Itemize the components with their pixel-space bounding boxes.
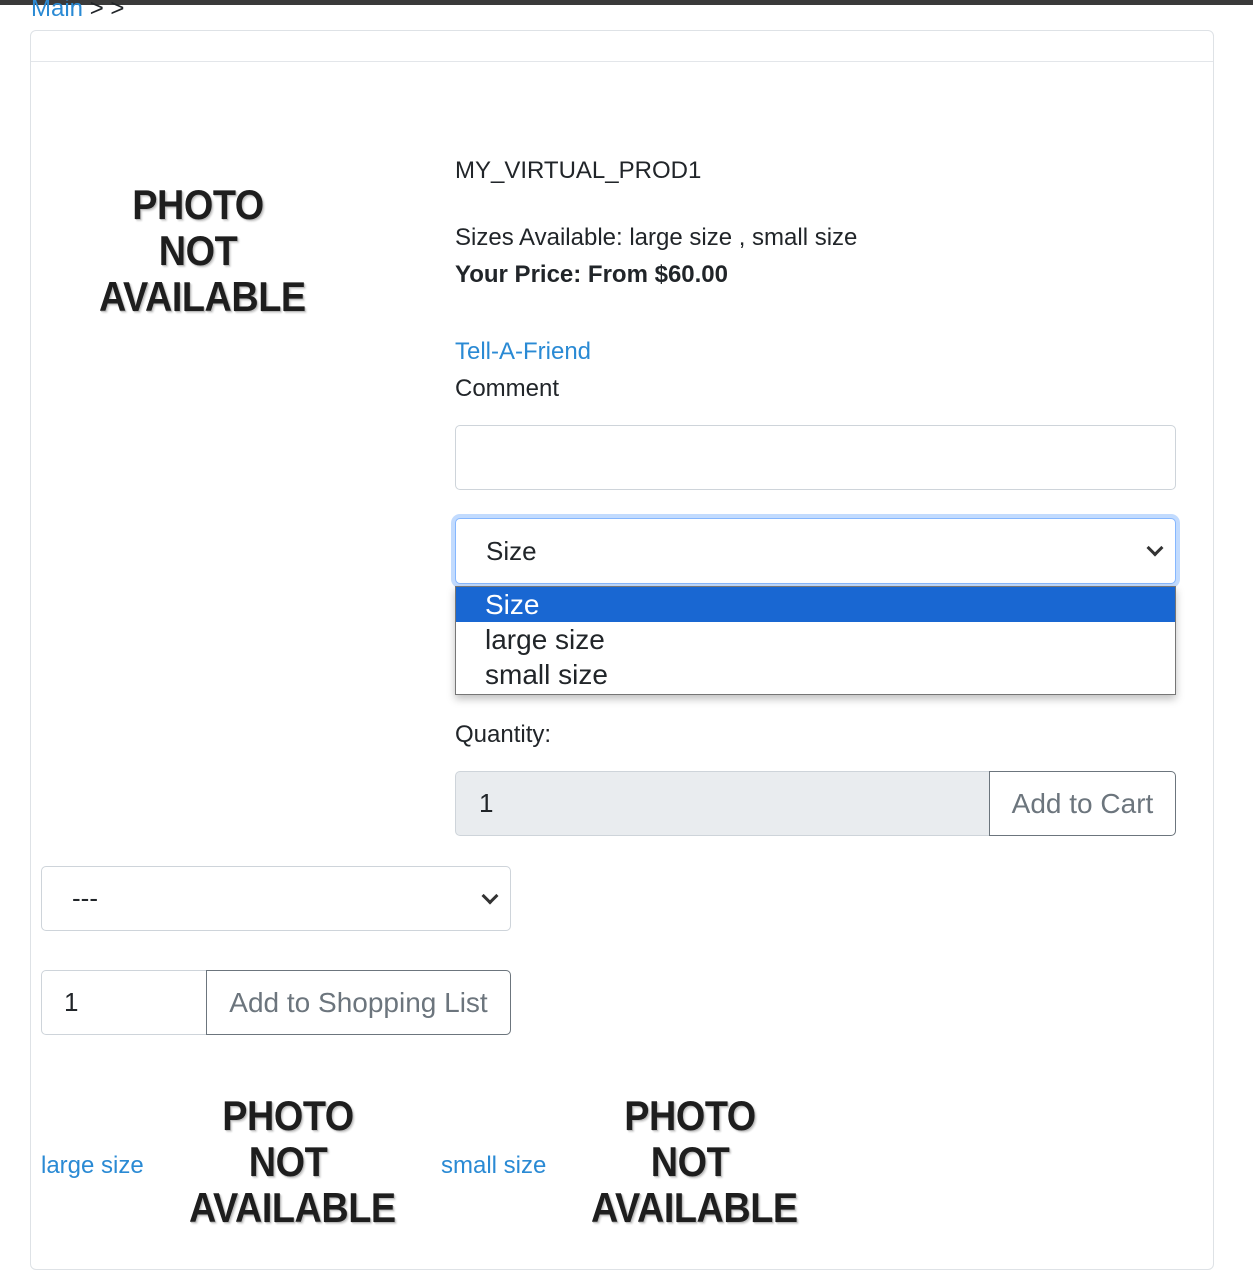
add-to-cart-button[interactable]: Add to Cart: [989, 771, 1176, 836]
size-option[interactable]: small size: [456, 657, 1175, 692]
sizes-available: Sizes Available: large size , small size: [455, 224, 858, 251]
breadcrumb: Main > >: [31, 0, 124, 24]
shopping-list-select[interactable]: ---: [41, 866, 511, 931]
size-select-value: Size: [486, 535, 537, 566]
shopping-list-qty-value: 1: [64, 987, 79, 1017]
shopping-list-select-value: ---: [72, 883, 98, 913]
photo-text-line: AVAILABLE: [189, 1184, 396, 1231]
size-option[interactable]: large size: [456, 622, 1175, 657]
comment-input[interactable]: [455, 425, 1176, 490]
variant-photo-placeholder: PHOTO NOT AVAILABLE: [591, 1092, 798, 1231]
comment-label: Comment: [455, 375, 560, 402]
size-select[interactable]: Size: [455, 518, 1176, 584]
photo-text-line: NOT: [158, 227, 238, 274]
quantity-value: 1: [479, 788, 494, 818]
variant-small-size-link[interactable]: small size: [441, 1151, 546, 1181]
photo-text-line: NOT: [650, 1138, 730, 1185]
panel-header: [31, 31, 1213, 62]
product-photo-placeholder: PHOTO NOT AVAILABLE: [99, 181, 306, 320]
size-option[interactable]: Size: [456, 587, 1175, 622]
breadcrumb-main-link[interactable]: Main: [31, 0, 83, 22]
size-dropdown-list: Size large size small size: [455, 586, 1176, 695]
tell-a-friend-link[interactable]: Tell-A-Friend: [455, 337, 591, 367]
chevron-down-icon: [481, 887, 499, 904]
photo-text-line: PHOTO: [132, 181, 264, 228]
product-price: Your Price: From $60.00: [455, 261, 728, 288]
quantity-label: Quantity:: [455, 721, 552, 748]
photo-text-line: AVAILABLE: [591, 1184, 798, 1231]
chevron-down-icon: [1146, 539, 1164, 557]
breadcrumb-separator: >: [110, 0, 125, 22]
photo-text-line: PHOTO: [624, 1092, 756, 1139]
variant-large-size-link[interactable]: large size: [41, 1151, 144, 1181]
photo-text-line: NOT: [248, 1138, 328, 1185]
product-name: MY_VIRTUAL_PROD1: [455, 157, 702, 184]
variant-photo-placeholder: PHOTO NOT AVAILABLE: [189, 1092, 396, 1231]
breadcrumb-separator: >: [89, 0, 104, 22]
photo-text-line: PHOTO: [222, 1092, 354, 1139]
top-bar: [0, 0, 1253, 5]
photo-text-line: AVAILABLE: [99, 273, 306, 320]
add-to-shopping-list-button[interactable]: Add to Shopping List: [206, 970, 511, 1035]
shopping-list-qty-input[interactable]: 1: [41, 970, 207, 1035]
quantity-input[interactable]: 1: [455, 771, 990, 836]
